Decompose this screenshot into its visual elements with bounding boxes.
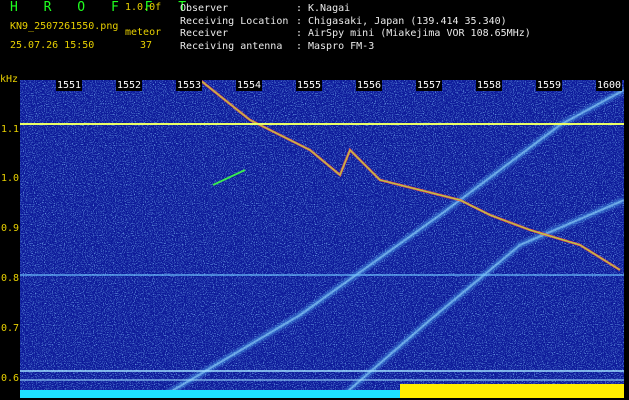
spectrogram[interactable] bbox=[20, 80, 624, 398]
spectrogram-image bbox=[20, 80, 624, 398]
minute-label: 1557 bbox=[416, 80, 443, 91]
station-info: Observer: K.Nagai Receiving Location: Chig… bbox=[180, 3, 531, 53]
info-row-location: Receiving Location: Chigasaki, Japan (139… bbox=[180, 15, 507, 27]
datetime-label: 25.07.26 15:50 bbox=[10, 40, 95, 51]
freq-tick: 0.9 bbox=[1, 223, 20, 234]
minute-label: 1553 bbox=[176, 80, 203, 91]
version-label: 1.0.0f bbox=[125, 2, 162, 13]
minute-label: 1554 bbox=[236, 80, 263, 91]
mode-label: meteor bbox=[125, 27, 162, 38]
info-row-receiver: Receiver: AirSpy mini (Miakejima VOR 108.… bbox=[180, 28, 531, 39]
freq-tick: 0.6 bbox=[1, 373, 20, 384]
info-row-antenna: Receiving antenna: Maspro FM-3 bbox=[180, 40, 375, 52]
minute-label: 1552 bbox=[116, 80, 143, 91]
minute-label: 1555 bbox=[296, 80, 323, 91]
freq-tick: 1.1 bbox=[1, 124, 20, 135]
info-row-observer: Observer: K.Nagai bbox=[180, 3, 351, 14]
minute-label: 1558 bbox=[476, 80, 503, 91]
app-logo: H R O F F T bbox=[10, 0, 196, 15]
freq-tick: 0.7 bbox=[1, 323, 20, 334]
minute-label: 1556 bbox=[356, 80, 383, 91]
minute-label: 1551 bbox=[56, 80, 83, 91]
header-panel: H R O F F T 1.0.0f KN9_2507261550.png me… bbox=[0, 0, 629, 74]
meteor-count: 37 bbox=[140, 40, 153, 51]
freq-tick: 0.8 bbox=[1, 273, 20, 284]
time-axis: 1551 1552 1553 1554 1555 1556 1557 1558 … bbox=[20, 80, 624, 93]
frequency-axis: 1.1 1.0 0.9 0.8 0.7 0.6 bbox=[0, 80, 20, 400]
minute-label: 1600 bbox=[596, 80, 623, 91]
minute-label: 1559 bbox=[536, 80, 563, 91]
freq-tick: 1.0 bbox=[1, 173, 20, 184]
file-name: KN9_2507261550.png bbox=[10, 21, 119, 32]
